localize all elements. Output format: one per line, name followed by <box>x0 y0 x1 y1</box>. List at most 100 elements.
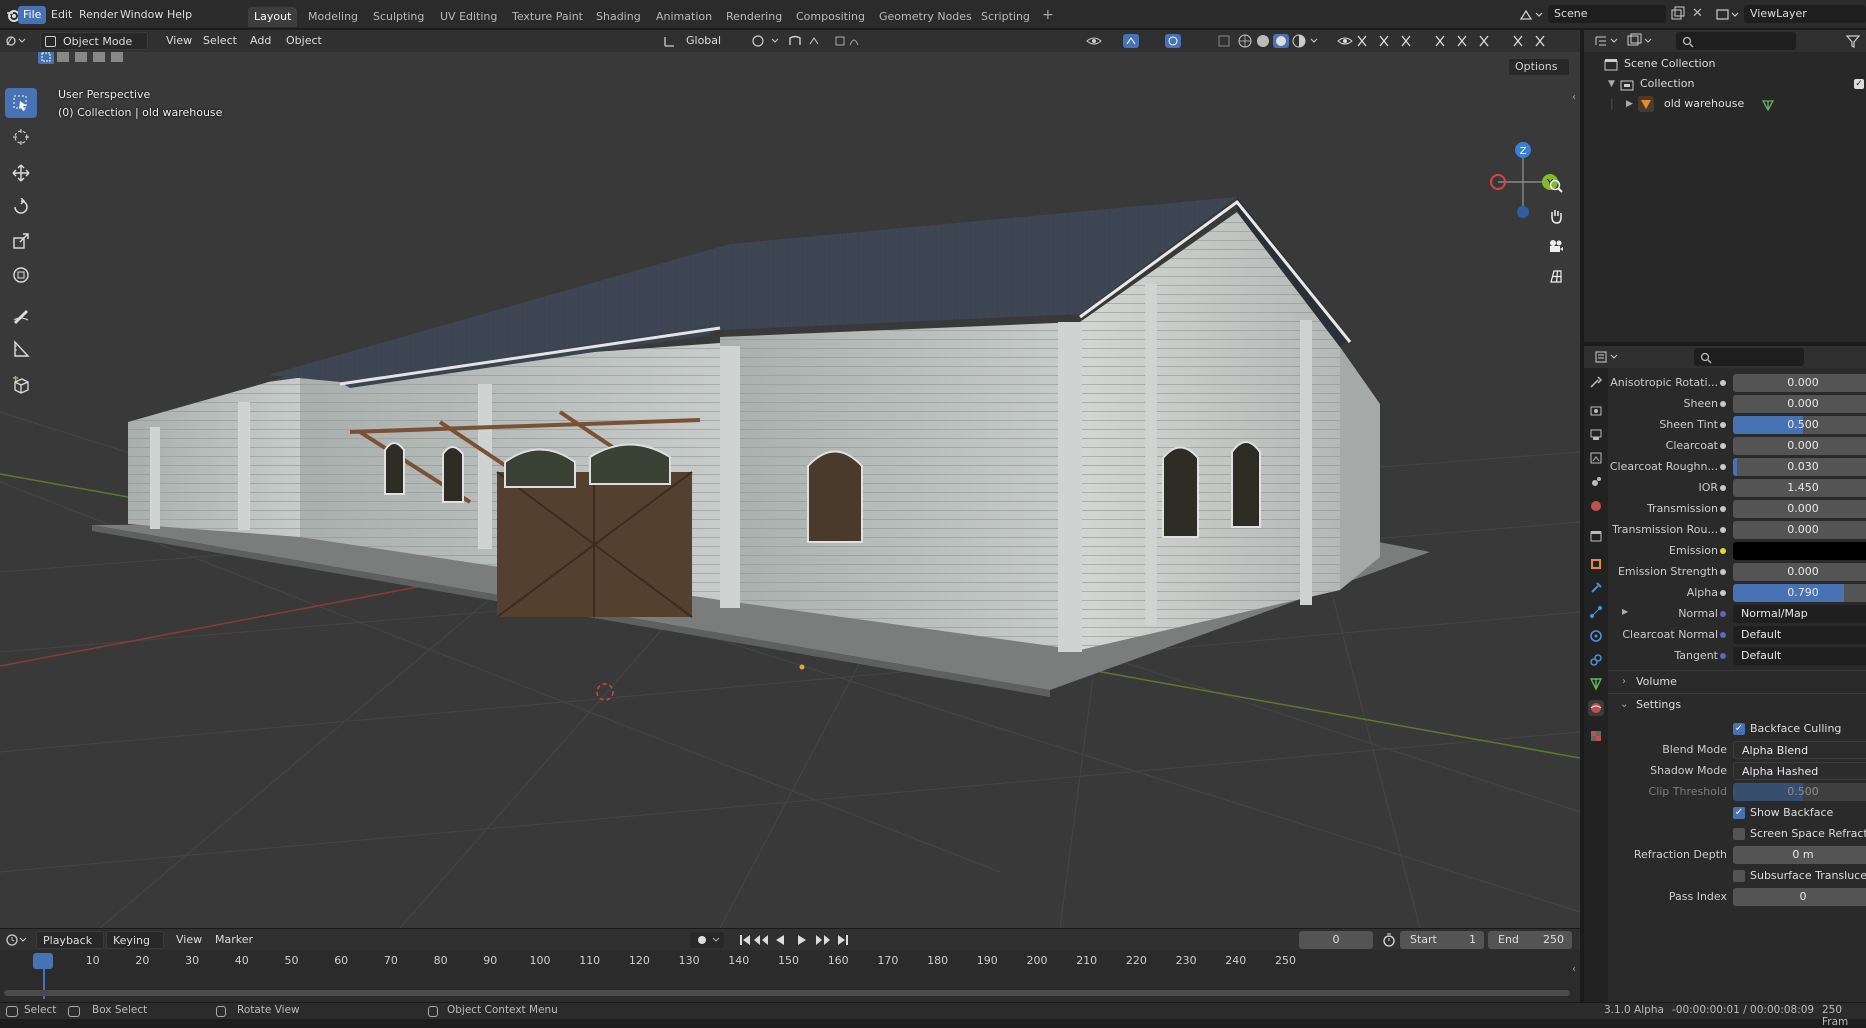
data-tab-icon[interactable] <box>1588 676 1604 692</box>
object-tab-icon[interactable] <box>1588 556 1604 572</box>
select-mode-icons[interactable] <box>37 52 131 65</box>
tab-layout[interactable]: Layout <box>248 7 298 27</box>
cursor-tool-icon[interactable] <box>5 122 37 152</box>
vector-socket-icon[interactable] <box>1720 653 1726 659</box>
show-backface-checkbox[interactable]: ✓ <box>1733 807 1745 819</box>
tab-geometry-nodes[interactable]: Geometry Nodes <box>873 7 978 27</box>
annotate-tool-icon[interactable] <box>5 300 37 330</box>
prop-value-field[interactable]: 1.450 <box>1733 479 1866 497</box>
display-mode-icon[interactable] <box>1626 33 1654 49</box>
rotate-tool-icon[interactable] <box>5 192 37 222</box>
delete-scene-icon[interactable]: ✕ <box>1692 6 1703 21</box>
scene-browse-icon[interactable] <box>1518 6 1546 24</box>
new-scene-icon[interactable] <box>1670 6 1686 22</box>
filter-icon[interactable] <box>1845 34 1861 48</box>
menu-window[interactable]: Window <box>115 6 168 24</box>
socket-dot-icon[interactable] <box>1720 506 1726 512</box>
prop-value-slider[interactable]: 0.030 <box>1733 458 1866 476</box>
prop-value-slider[interactable]: 0.000 <box>1733 395 1866 413</box>
outliner-row-old-warehouse[interactable]: | ▶ old warehouse <box>1584 94 1866 114</box>
scene-name-field[interactable]: Scene <box>1548 5 1666 23</box>
frame-ruler[interactable]: 0102030405060708090100110120130140150160… <box>0 950 1580 970</box>
prop-value-slider[interactable]: 0.000 <box>1733 437 1866 455</box>
pass-index-field[interactable]: 0 <box>1733 888 1866 906</box>
playback-dropdown[interactable]: Playback <box>36 931 104 949</box>
ortho-grid-icon[interactable] <box>1544 264 1568 288</box>
playback-controls[interactable] <box>738 932 858 948</box>
settings-section-header[interactable]: ⌄ Settings <box>1608 693 1866 715</box>
record-button[interactable] <box>690 932 724 948</box>
vector-socket-icon[interactable] <box>1720 632 1726 638</box>
particles-tab-icon[interactable] <box>1588 604 1604 620</box>
mesh-data-icon[interactable] <box>1761 98 1775 112</box>
editor-type-icon[interactable] <box>4 33 28 49</box>
menu-select[interactable]: Select <box>197 32 243 50</box>
constraints-tab-icon[interactable] <box>1588 652 1604 668</box>
current-frame-field[interactable]: 0 <box>1299 931 1373 949</box>
timeline-area[interactable]: 0102030405060708090100110120130140150160… <box>0 950 1580 1002</box>
select-box-tool-icon[interactable] <box>5 88 37 118</box>
prop-value-field[interactable]: 0.000 <box>1733 563 1866 581</box>
add-cube-tool-icon[interactable] <box>5 370 37 400</box>
output-tab-icon[interactable] <box>1588 426 1604 442</box>
zoom-icon[interactable] <box>1544 174 1568 198</box>
world-tab-icon[interactable] <box>1588 498 1604 514</box>
timeline-menu-marker[interactable]: Marker <box>209 931 259 949</box>
3d-viewport[interactable]: User Perspective (0) Collection | old wa… <box>0 52 1580 928</box>
prop-value-slider[interactable]: 0.500 <box>1733 416 1866 434</box>
prop-value-slider[interactable]: 0.000 <box>1733 521 1866 539</box>
menu-edit[interactable]: Edit <box>46 6 77 24</box>
refraction-depth-field[interactable]: 0 m <box>1733 846 1866 864</box>
collection-tab-icon[interactable] <box>1588 528 1604 544</box>
timeline-sidebar-toggle-icon[interactable]: ‹ <box>1572 964 1576 975</box>
socket-dot-icon[interactable] <box>1720 590 1726 596</box>
timeline-menu-view[interactable]: View <box>170 931 208 949</box>
playhead-marker[interactable] <box>33 953 53 969</box>
menu-object[interactable]: Object <box>280 32 328 50</box>
outliner-search-input[interactable] <box>1676 32 1796 50</box>
prop-value-slider[interactable]: 0.000 <box>1733 374 1866 392</box>
socket-dot-icon[interactable] <box>1720 485 1726 491</box>
visibility-overlay-icons[interactable] <box>1336 33 1566 49</box>
emission-color-swatch[interactable] <box>1733 542 1866 560</box>
normal-link-field[interactable]: Normal/Map <box>1733 605 1866 623</box>
viewlayer-browse-icon[interactable] <box>1714 6 1742 24</box>
viewlayer-name-field[interactable]: ViewLayer <box>1744 5 1866 23</box>
socket-dot-icon[interactable] <box>1720 422 1726 428</box>
expand-arrow-icon[interactable]: ▶ <box>1622 607 1628 616</box>
scale-tool-icon[interactable] <box>5 226 37 256</box>
tab-uv-editing[interactable]: UV Editing <box>434 7 503 27</box>
tool-tab-icon[interactable] <box>1588 374 1604 390</box>
socket-dot-icon[interactable] <box>1720 401 1726 407</box>
add-workspace-icon[interactable]: + <box>1042 8 1054 22</box>
pivot-snap-icons[interactable] <box>750 33 860 49</box>
socket-dot-icon[interactable] <box>1720 464 1726 470</box>
expand-arrow-icon[interactable]: ▼ <box>1608 74 1615 94</box>
move-tool-icon[interactable] <box>5 158 37 188</box>
physics-tab-icon[interactable] <box>1588 628 1604 644</box>
start-frame-field[interactable]: Start 1 <box>1400 931 1484 949</box>
menu-help[interactable]: Help <box>162 6 197 24</box>
transform-tool-icon[interactable] <box>5 260 37 290</box>
menu-add[interactable]: Add <box>244 32 277 50</box>
tab-compositing[interactable]: Compositing <box>790 7 871 27</box>
socket-dot-icon[interactable] <box>1720 380 1726 386</box>
color-socket-icon[interactable] <box>1720 548 1726 554</box>
prop-value-slider[interactable]: 0.000 <box>1733 500 1866 518</box>
tab-texture-paint[interactable]: Texture Paint <box>506 7 589 27</box>
blend-mode-dropdown[interactable]: Alpha Blend <box>1733 741 1866 759</box>
prop-value-slider[interactable]: 0.790 <box>1733 584 1866 602</box>
timeline-editor-icon[interactable] <box>4 932 28 948</box>
measure-tool-icon[interactable] <box>5 334 37 364</box>
backface-culling-checkbox[interactable]: ✓ <box>1733 723 1745 735</box>
scene-tab-icon[interactable] <box>1588 474 1604 490</box>
stopwatch-icon[interactable] <box>1382 933 1396 947</box>
expand-arrow-icon[interactable]: ▶ <box>1626 94 1633 114</box>
menu-file[interactable]: File <box>18 6 47 24</box>
timeline-scrollbar[interactable] <box>4 990 1570 996</box>
exclude-checkbox[interactable]: ✓ <box>1854 79 1864 89</box>
clearcoat-normal-field[interactable]: Default <box>1733 626 1866 644</box>
end-frame-field[interactable]: End 250 <box>1488 931 1572 949</box>
tab-scripting[interactable]: Scripting <box>975 7 1036 27</box>
pan-hand-icon[interactable] <box>1544 204 1568 228</box>
